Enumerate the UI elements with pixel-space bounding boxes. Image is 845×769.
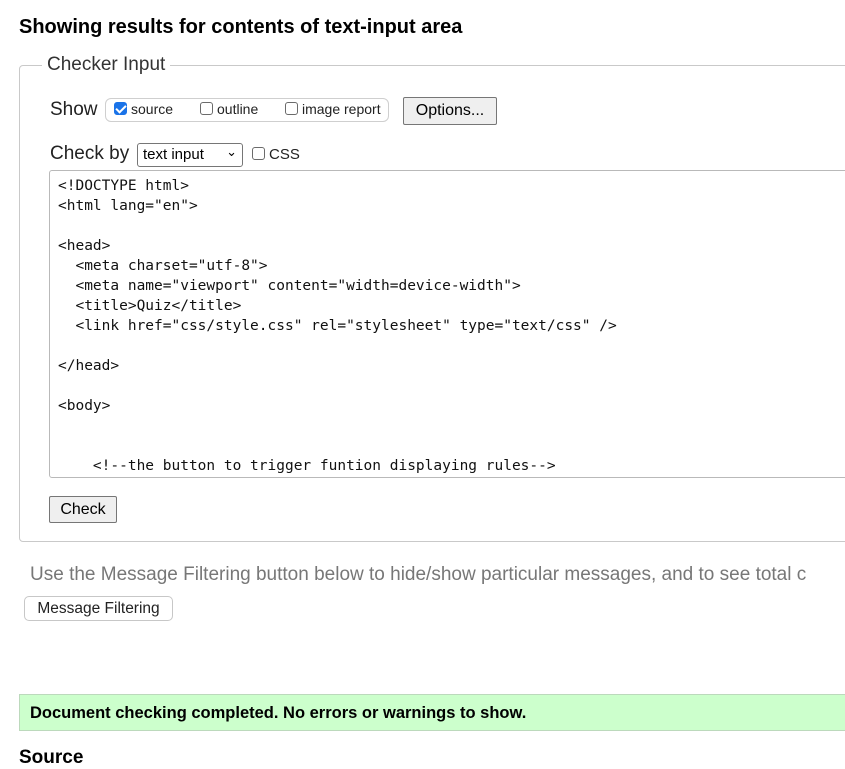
css-option-label: CSS	[269, 146, 300, 163]
check-by-label: Check by	[50, 143, 130, 164]
image-report-checkbox[interactable]	[285, 102, 298, 115]
show-label: Show	[50, 99, 98, 120]
message-filtering-button[interactable]: Message Filtering	[24, 596, 173, 621]
chevron-down-icon: ⌄	[226, 144, 237, 159]
source-option-label: source	[131, 101, 174, 117]
source-option[interactable]: source	[114, 101, 173, 117]
source-textarea[interactable]: <!DOCTYPE html> <html lang="en"> <head> …	[49, 170, 845, 478]
show-options-group: source outline image report	[105, 98, 389, 122]
source-checkbox[interactable]	[114, 102, 127, 115]
check-by-select[interactable]: text input ⌄	[137, 143, 243, 167]
page-title: Showing results for contents of text-inp…	[19, 16, 463, 38]
check-button[interactable]: Check	[49, 496, 117, 523]
image-report-option[interactable]: image report	[285, 101, 381, 117]
checker-input-legend: Checker Input	[42, 54, 171, 76]
check-by-selected-value: text input	[143, 146, 204, 163]
outline-option[interactable]: outline	[200, 101, 258, 117]
outline-checkbox[interactable]	[200, 102, 213, 115]
image-report-option-label: image report	[302, 101, 381, 117]
outline-option-label: outline	[217, 101, 259, 117]
css-option[interactable]: CSS	[252, 146, 300, 163]
textarea-content[interactable]: <!DOCTYPE html> <html lang="en"> <head> …	[50, 171, 845, 476]
message-filtering-help: Use the Message Filtering button below t…	[30, 564, 807, 585]
css-checkbox[interactable]	[252, 147, 265, 160]
result-status-message: Document checking completed. No errors o…	[19, 694, 845, 731]
options-button[interactable]: Options...	[403, 97, 497, 125]
